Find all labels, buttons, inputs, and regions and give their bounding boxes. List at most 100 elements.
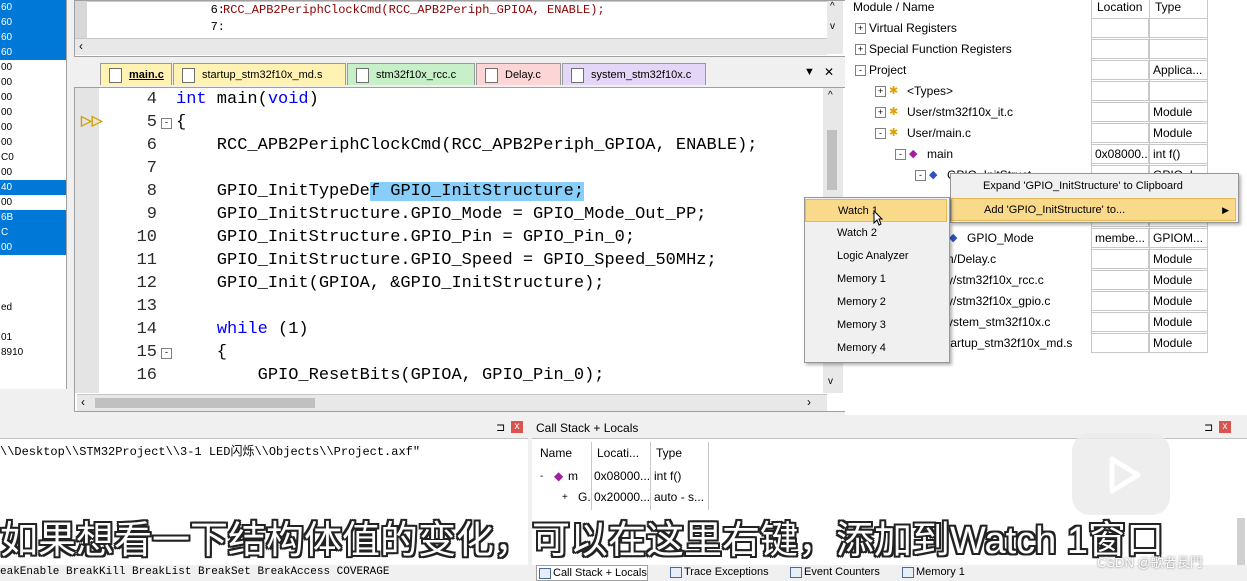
code-editor[interactable]: ▷▷ 4 int main(void) 5-{6 RCC_APB2PeriphClo… (74, 87, 846, 412)
column-header-location[interactable]: Locati... (597, 446, 639, 460)
scroll-left-icon[interactable]: ‹ (79, 39, 83, 53)
register-row[interactable]: 60 (0, 15, 66, 30)
callstack-row[interactable]: - ◆ m 0x08000... int f() (532, 466, 712, 487)
tab-delay[interactable]: Delay.c (476, 63, 561, 85)
expand-icon[interactable]: + (562, 487, 568, 508)
tab-main-c[interactable]: main.c (100, 63, 172, 85)
symbol-row[interactable]: + Special Function Registers (845, 39, 1209, 60)
symbol-row[interactable]: - ◆ main 0x08000... int f() (845, 144, 1209, 165)
register-row[interactable] (0, 270, 66, 285)
close-icon[interactable]: x (1219, 421, 1231, 433)
expand-icon[interactable]: + (875, 86, 886, 97)
column-header-type[interactable]: Type (1155, 0, 1181, 15)
vertical-scrollbar[interactable]: ^ v (827, 1, 843, 54)
scroll-left-icon[interactable]: ‹ (81, 395, 85, 409)
code-line[interactable]: 16 GPIO_ResetBits(GPIOA, GPIO_Pin_0); (75, 364, 820, 387)
fold-toggle-icon[interactable]: - (161, 348, 172, 359)
tab-memory-1[interactable]: Memory 1 (900, 565, 965, 579)
menu-item-add-to[interactable]: Add 'GPIO_InitStructure' to... ▶ (951, 198, 1236, 221)
symbol-row[interactable]: + ✱ User/stm32f10x_it.c Module (845, 102, 1209, 123)
code-line[interactable]: 6 RCC_APB2PeriphClockCmd(RCC_APB2Periph_… (75, 134, 820, 157)
scroll-thumb[interactable] (827, 130, 837, 190)
tab-rcc[interactable]: stm32f10x_rcc.c (347, 63, 475, 85)
register-row[interactable]: 6B (0, 210, 66, 225)
code-line[interactable]: 14 while (1) (75, 318, 820, 341)
code-line[interactable]: 5-{ (75, 111, 820, 134)
register-row[interactable]: 8910 (0, 345, 66, 360)
collapse-icon[interactable]: - (540, 466, 543, 487)
register-row[interactable]: 00 (0, 60, 66, 75)
tab-trace-exceptions[interactable]: Trace Exceptions (668, 565, 769, 579)
menu-item-expand-clipboard[interactable]: Expand 'GPIO_InitStructure' to Clipboard (951, 175, 1236, 198)
tab-dropdown-icon[interactable]: ▼ (804, 66, 815, 78)
register-row[interactable]: 00 (0, 195, 66, 210)
scroll-right-icon[interactable]: › (807, 395, 811, 409)
collapse-icon[interactable]: - (855, 65, 866, 76)
tab-event-counters[interactable]: Event Counters (788, 565, 880, 579)
register-row[interactable]: 60 (0, 45, 66, 60)
column-header-name[interactable]: Name (540, 446, 572, 460)
symbol-row[interactable]: + Virtual Registers (845, 18, 1209, 39)
register-row[interactable]: 00 (0, 135, 66, 150)
register-row[interactable]: 01 (0, 330, 66, 345)
register-row[interactable] (0, 315, 66, 330)
register-row[interactable]: 00 (0, 105, 66, 120)
symbol-row[interactable]: - ✱ User/main.c Module (845, 123, 1209, 144)
register-row[interactable]: 40 (0, 180, 66, 195)
column-header-type[interactable]: Type (656, 446, 682, 460)
code-line[interactable]: 4 int main(void) (75, 88, 820, 111)
tab-close-icon[interactable]: ✕ (824, 65, 834, 79)
code-line[interactable]: 10 GPIO_InitStructure.GPIO_Pin = GPIO_Pi… (75, 226, 820, 249)
menu-item-memory-4[interactable]: Memory 4 (805, 337, 947, 360)
column-header-name[interactable]: Module / Name (853, 0, 934, 15)
register-row[interactable]: C0 (0, 150, 66, 165)
symbol-row[interactable]: - Project Applica... (845, 60, 1209, 81)
register-row[interactable] (0, 255, 66, 270)
tab-startup[interactable]: startup_stm32f10x_md.s (173, 63, 346, 85)
register-row[interactable]: C (0, 225, 66, 240)
close-icon[interactable]: x (511, 421, 523, 433)
scroll-up-icon[interactable]: ^ (828, 90, 833, 101)
register-row[interactable]: 00 (0, 75, 66, 90)
pin-icon[interactable]: ⊐ (1204, 418, 1213, 438)
code-line[interactable]: 12 GPIO_Init(GPIOA, &GPIO_InitStructure)… (75, 272, 820, 295)
editor-horizontal-scrollbar[interactable]: ‹ › (77, 394, 827, 411)
register-row[interactable]: 00 (0, 165, 66, 180)
column-header-location[interactable]: Location (1097, 0, 1142, 15)
menu-item-logic-analyzer[interactable]: Logic Analyzer (805, 245, 947, 268)
expand-icon[interactable]: + (855, 44, 866, 55)
menu-item-memory-1[interactable]: Memory 1 (805, 268, 947, 291)
menu-item-memory-3[interactable]: Memory 3 (805, 314, 947, 337)
tab-system[interactable]: system_stm32f10x.c (562, 63, 706, 85)
register-row[interactable]: ed (0, 300, 66, 315)
register-row[interactable]: 00 (0, 90, 66, 105)
register-row[interactable]: 60 (0, 30, 66, 45)
scroll-thumb[interactable] (95, 398, 315, 408)
symbol-type: Module (1149, 270, 1208, 290)
callstack-row[interactable]: + G. 0x20000... auto - s... (532, 487, 712, 508)
register-row[interactable]: 00 (0, 120, 66, 135)
scroll-up-icon[interactable]: ^ (830, 1, 835, 12)
expand-icon[interactable]: + (855, 23, 866, 34)
code-line[interactable]: 11 GPIO_InitStructure.GPIO_Speed = GPIO_… (75, 249, 820, 272)
vertical-scrollbar[interactable] (1237, 518, 1245, 568)
register-row[interactable]: 60 (0, 0, 66, 15)
expand-icon[interactable]: + (875, 107, 886, 118)
collapse-icon[interactable]: - (875, 128, 886, 139)
horizontal-scrollbar[interactable]: ‹ (75, 38, 827, 55)
symbol-row[interactable]: + ✱ <Types> (845, 81, 1209, 102)
menu-item-memory-2[interactable]: Memory 2 (805, 291, 947, 314)
fold-toggle-icon[interactable]: - (161, 118, 172, 129)
code-line[interactable]: 9 GPIO_InitStructure.GPIO_Mode = GPIO_Mo… (75, 203, 820, 226)
code-line[interactable]: 15- { (75, 341, 820, 364)
code-line[interactable]: 7 (75, 157, 820, 180)
register-row[interactable] (0, 285, 66, 300)
collapse-icon[interactable]: - (895, 149, 906, 160)
collapse-icon[interactable]: - (915, 170, 926, 181)
pin-icon[interactable]: ⊐ (496, 418, 505, 438)
code-line[interactable]: 13 (75, 295, 820, 318)
scroll-down-icon[interactable]: v (828, 376, 833, 387)
code-line[interactable]: 8 GPIO_InitTypeDef GPIO_InitStructure; (75, 180, 820, 203)
scroll-down-icon[interactable]: v (830, 21, 835, 32)
register-row[interactable]: 00 (0, 240, 66, 255)
